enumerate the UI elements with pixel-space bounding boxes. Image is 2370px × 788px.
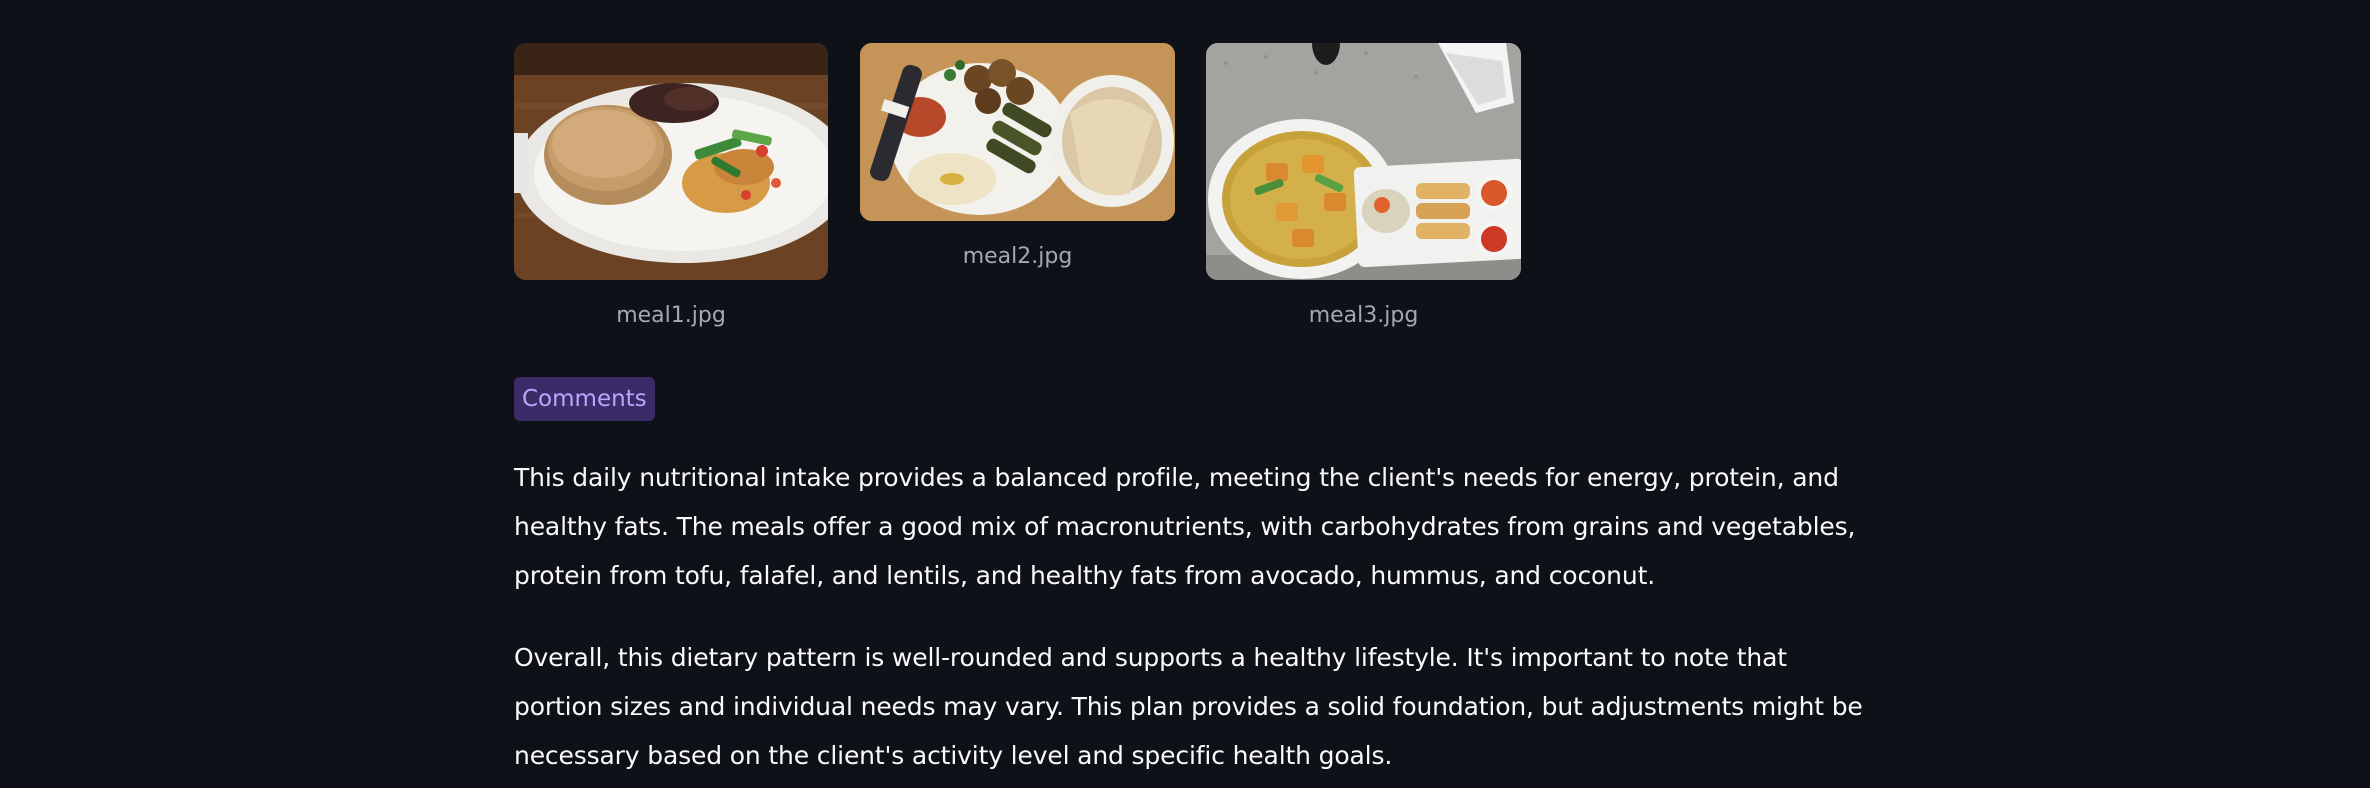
comments-badge: Comments: [514, 377, 655, 421]
meal3-illustration: [1206, 43, 1521, 280]
meal3-caption: meal3.jpg: [1308, 303, 1419, 328]
meal2-illustration: [860, 43, 1175, 221]
comment-paragraph-1: This daily nutritional intake provides a…: [514, 463, 1856, 590]
comment-paragraph-2: Overall, this dietary pattern is well-ro…: [514, 643, 1863, 770]
page: meal1.jpg meal2.jpg meal3.jpg Comments T…: [0, 0, 2370, 788]
meal-image-3: meal3.jpg: [1206, 43, 1521, 331]
meal2-caption: meal2.jpg: [962, 244, 1073, 269]
meal3-photo[interactable]: [1206, 43, 1521, 280]
meal1-caption: meal1.jpg: [616, 303, 726, 328]
meal1-illustration: [514, 43, 828, 280]
meal1-photo[interactable]: [514, 43, 828, 280]
meal-image-2: meal2.jpg: [860, 43, 1175, 272]
meal2-photo[interactable]: [860, 43, 1175, 221]
meal-image-1: meal1.jpg: [514, 43, 828, 331]
